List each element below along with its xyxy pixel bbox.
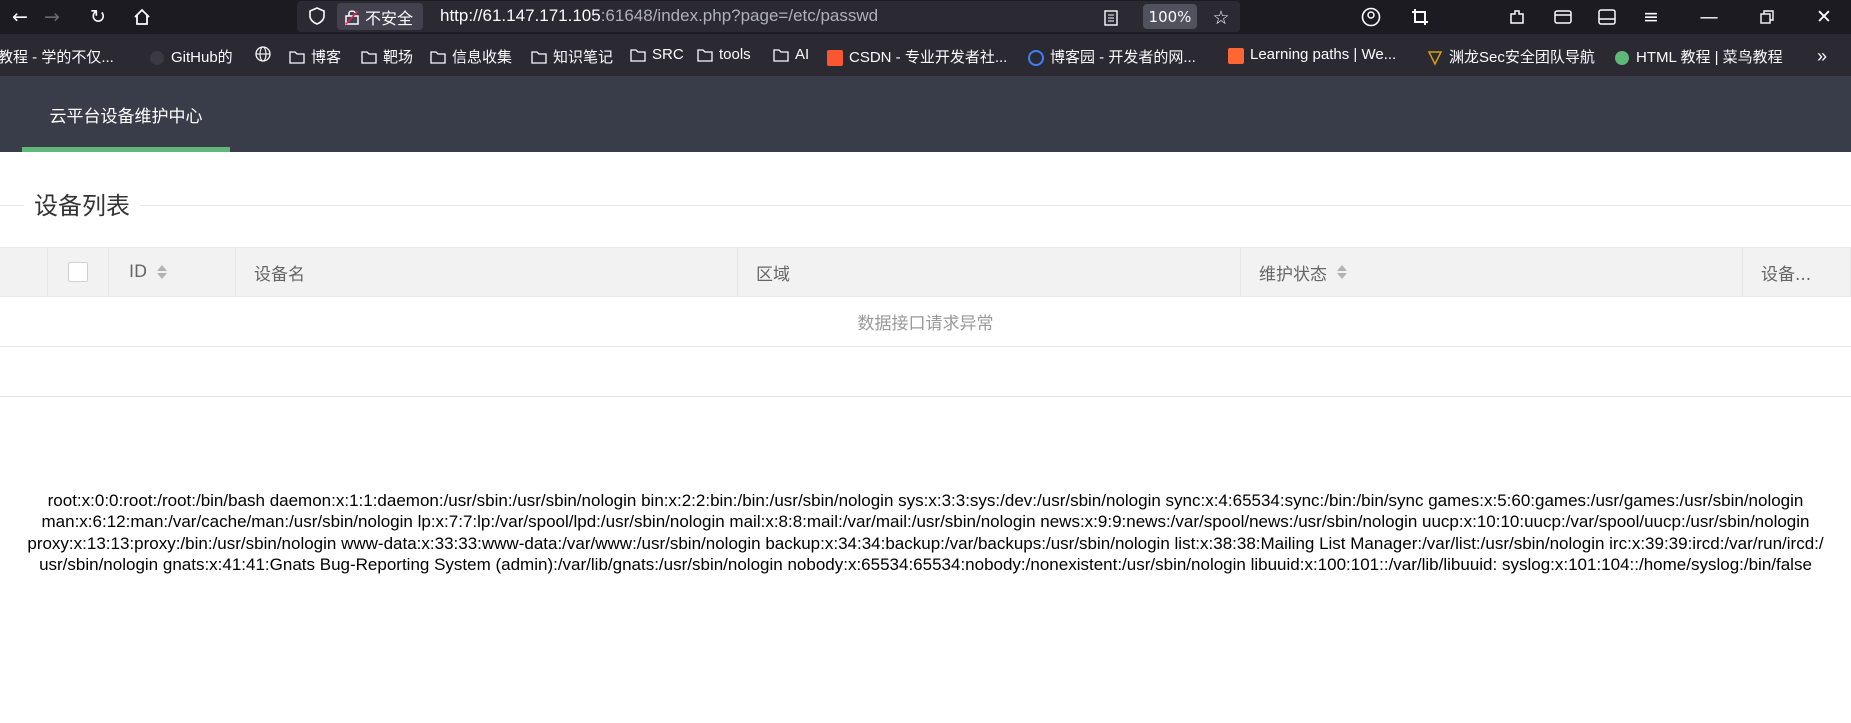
insecure-label: 不安全 [365, 8, 414, 28]
header-device-name-label: 设备名 [254, 264, 305, 285]
passwd-dump: root:x:0:0:root:/root:/bin/bash daemon:x… [0, 490, 1851, 575]
bookmark-label: SRC [652, 46, 684, 63]
yuanlong-icon [1427, 50, 1443, 66]
reader-mode-icon[interactable] [1097, 4, 1125, 32]
menu-icon[interactable]: ≡ [1637, 3, 1665, 31]
restore-icon[interactable] [1753, 3, 1781, 31]
bookmarks-bar: 教程 - 学的不仅... GitHub的 博客 靶场 信息收集 知识笔记 SRC… [0, 34, 1851, 76]
header-id-label: ID [129, 262, 148, 282]
account-icon[interactable] [1357, 3, 1385, 31]
url-bar[interactable]: 不安全 http://61.147.171.105:61648/index.ph… [297, 1, 1240, 32]
bookmark-label: 信息收集 [452, 49, 513, 66]
url-path: :61648/index.php?page=/etc/passwd [600, 6, 879, 25]
table-footer-row [0, 347, 1851, 397]
bookmark-label: CSDN - 专业开发者社... [849, 49, 1008, 66]
bookmark-label: Learning paths | We... [1250, 46, 1397, 63]
back-icon[interactable]: ← [6, 3, 34, 31]
bookmark-folder[interactable]: tools [697, 46, 751, 63]
bookmark-item[interactable]: 博客园 - 开发者的网... [1028, 46, 1196, 67]
bookmark-label: 博客园 - 开发者的网... [1050, 49, 1196, 66]
bookmark-label: 教程 - 学的不仅... [0, 49, 114, 66]
bookmark-folder[interactable]: 博客 [289, 46, 341, 67]
folder-icon [430, 50, 446, 64]
folder-icon [531, 50, 547, 64]
bookmark-item[interactable]: 渊龙Sec安全团队导航 [1427, 46, 1595, 67]
insecure-badge[interactable]: 不安全 [337, 3, 424, 30]
bookmark-label: 知识笔记 [553, 49, 614, 66]
close-icon[interactable]: ✕ [1810, 3, 1838, 31]
zoom-level[interactable]: 100% [1143, 4, 1197, 29]
header-status-label: 维护状态 [1259, 264, 1327, 285]
bookmark-star-icon[interactable]: ☆ [1207, 4, 1235, 32]
bookmark-folder[interactable]: 靶场 [361, 46, 413, 67]
browser-toolbar: ← → ↻ 不安全 http://61.147.171.105:61648/in… [0, 0, 1851, 34]
header-device-more: 设备... [1743, 248, 1851, 296]
runoob-icon [1614, 50, 1630, 65]
sort-icon[interactable] [157, 264, 168, 280]
sort-icon[interactable] [1337, 264, 1347, 280]
folder-icon [361, 50, 377, 64]
nav-item-device-center[interactable]: 云平台设备维护中心 [22, 76, 230, 152]
github-icon [149, 50, 165, 65]
nav-active-indicator [22, 147, 230, 152]
crop-icon[interactable] [1406, 3, 1434, 31]
select-all-checkbox[interactable] [68, 262, 88, 282]
header-region-label: 区域 [756, 264, 790, 285]
url-text[interactable]: http://61.147.171.105:61648/index.php?pa… [440, 6, 878, 26]
bookmark-label: HTML 教程 | 菜鸟教程 [1636, 49, 1783, 66]
header-id[interactable]: ID [109, 248, 236, 296]
bookmark-label: AI [795, 46, 810, 63]
csdn-icon [827, 49, 843, 66]
section-divider [0, 205, 1851, 206]
insecure-lock-icon [345, 9, 359, 25]
table-header: ID 设备名 区域 维护状态 设备... [0, 247, 1851, 297]
bookmark-folder[interactable]: 知识笔记 [531, 46, 613, 67]
header-device-more-label: 设备... [1761, 264, 1812, 285]
folder-icon [773, 48, 789, 62]
minimize-icon[interactable]: — [1695, 3, 1723, 31]
bookmark-item[interactable]: HTML 教程 | 菜鸟教程 [1614, 46, 1783, 67]
bookmark-item[interactable]: Learning paths | We... [1228, 46, 1397, 64]
bookmark-folder[interactable]: AI [773, 46, 809, 63]
forward-icon[interactable]: → [38, 3, 66, 31]
bookmark-folder[interactable]: 信息收集 [430, 46, 512, 67]
url-host: http://61.147.171.105 [440, 6, 601, 25]
bookmark-item[interactable] [255, 46, 271, 62]
app-header: 云平台设备维护中心 [0, 76, 1851, 152]
select-all-cell [48, 248, 109, 296]
folder-icon [697, 48, 713, 62]
portswigger-icon [1228, 47, 1244, 64]
section-title: 设备列表 [24, 186, 140, 221]
folder-icon [289, 50, 305, 64]
home-icon[interactable] [128, 3, 156, 31]
header-status[interactable]: 维护状态 [1241, 248, 1743, 296]
bookmark-label: GitHub的 [171, 49, 233, 66]
table-header-spacer [0, 248, 48, 296]
shield-icon[interactable] [303, 2, 331, 30]
passwd-line: proxy:x:13:13:proxy:/bin:/usr/sbin/nolog… [27, 533, 1824, 553]
bookmark-item[interactable]: CSDN - 专业开发者社... [827, 46, 1007, 67]
header-device-name: 设备名 [236, 248, 738, 296]
bookmark-item[interactable]: GitHub的 [149, 46, 233, 67]
more-bookmarks-icon[interactable]: » [1817, 46, 1827, 67]
bookmark-label: 渊龙Sec安全团队导航 [1449, 49, 1595, 66]
passwd-line: usr/sbin/nologin gnats:x:41:41:Gnats Bug… [39, 554, 1812, 574]
extensions-icon[interactable] [1503, 3, 1531, 31]
table-empty-message: 数据接口请求异常 [0, 297, 1851, 347]
folder-icon [630, 48, 646, 62]
bookmark-label: tools [719, 46, 751, 63]
passwd-line: man:x:6:12:man:/var/cache/man:/usr/sbin/… [41, 512, 1810, 532]
device-table: ID 设备名 区域 维护状态 设备... 数据接口请求异常 [0, 247, 1851, 397]
bookmark-item[interactable]: 教程 - 学的不仅... [0, 46, 114, 67]
header-region: 区域 [738, 248, 1241, 296]
sidebar-icon[interactable] [1593, 3, 1621, 31]
container-icon[interactable] [1549, 3, 1577, 31]
globe-icon [255, 46, 271, 62]
reload-icon[interactable]: ↻ [84, 3, 112, 31]
passwd-line: root:x:0:0:root:/root:/bin/bash daemon:x… [47, 491, 1804, 510]
cnblogs-icon [1028, 49, 1044, 66]
bookmark-label: 博客 [311, 49, 342, 66]
bookmark-folder[interactable]: SRC [630, 46, 684, 63]
bookmark-label: 靶场 [383, 49, 414, 66]
